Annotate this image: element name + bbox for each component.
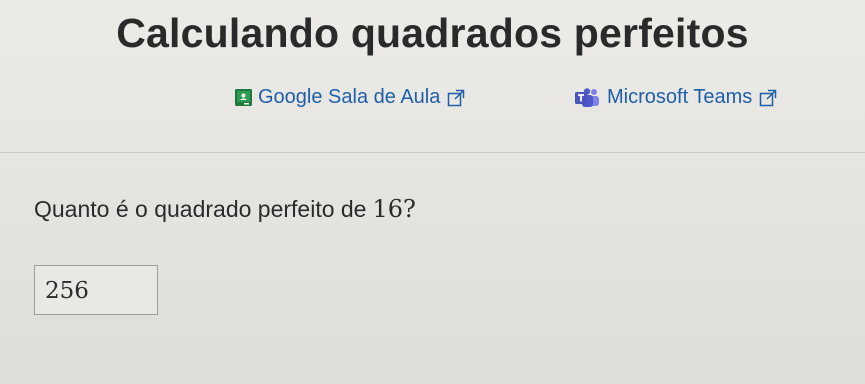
- exercise-page: Calculando quadrados perfeitos Google Sa…: [0, 0, 865, 384]
- question-suffix: ?: [403, 195, 416, 223]
- page-title: Calculando quadrados perfeitos: [116, 10, 749, 56]
- section-divider: [0, 152, 865, 153]
- answer-value: 256: [45, 278, 89, 304]
- external-link-icon: [759, 89, 777, 106]
- external-link-icon: [448, 89, 465, 106]
- question-prefix: Quanto é o quadrado perfeito de: [34, 196, 367, 222]
- share-microsoft-teams-label: Microsoft Teams: [607, 86, 753, 108]
- share-links: Google Sala de Aula Microsoft Teams: [0, 86, 865, 116]
- google-classroom-icon: [235, 89, 252, 106]
- share-google-classroom-label: Google Sala de Aula: [258, 86, 441, 108]
- question-number: 16?: [372, 195, 415, 223]
- question-text: Quanto é o quadrado perfeito de 16?: [34, 195, 416, 223]
- question-number-value: 16: [372, 195, 404, 223]
- microsoft-teams-icon: [575, 87, 599, 107]
- share-microsoft-teams-link[interactable]: Microsoft Teams: [575, 86, 778, 109]
- share-google-classroom-link[interactable]: Google Sala de Aula: [235, 86, 466, 109]
- answer-input[interactable]: 256: [34, 265, 158, 315]
